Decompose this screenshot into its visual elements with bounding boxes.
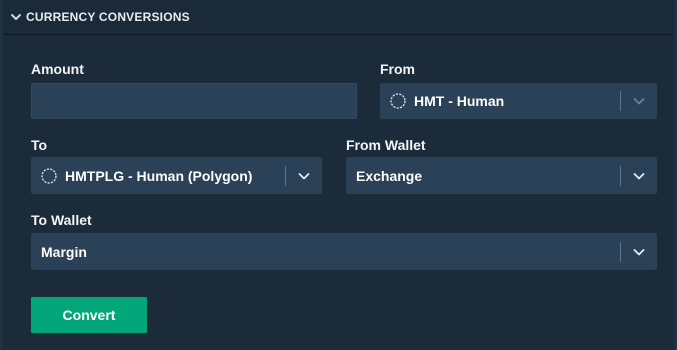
from-wallet-label: From Wallet xyxy=(346,137,426,153)
from-wallet-select[interactable]: Exchange xyxy=(346,157,657,194)
amount-field-wrapper xyxy=(31,83,357,119)
to-wallet-value: Margin xyxy=(41,243,87,260)
chevron-down-icon[interactable] xyxy=(286,157,322,194)
conversion-form: Amount From HMT - Human To HMTPLG - Huma… xyxy=(3,35,674,350)
chevron-down-icon[interactable] xyxy=(621,157,657,194)
to-currency-select[interactable]: HMTPLG - Human (Polygon) xyxy=(31,157,322,194)
chevron-down-icon[interactable] xyxy=(621,83,657,119)
coin-icon xyxy=(390,93,406,109)
amount-label: Amount xyxy=(31,61,84,77)
convert-button[interactable]: Convert xyxy=(31,297,147,333)
coin-icon xyxy=(41,167,57,184)
panel-header[interactable]: CURRENCY CONVERSIONS xyxy=(3,0,674,35)
from-wallet-value: Exchange xyxy=(356,167,423,184)
from-label: From xyxy=(380,61,415,77)
to-label: To xyxy=(31,137,48,153)
to-wallet-select[interactable]: Margin xyxy=(31,233,657,270)
collapse-chevron-icon[interactable] xyxy=(9,10,23,24)
from-currency-value: HMT - Human xyxy=(414,93,505,109)
from-currency-select[interactable]: HMT - Human xyxy=(380,83,657,119)
chevron-down-icon[interactable] xyxy=(621,233,657,270)
currency-conversions-panel: CURRENCY CONVERSIONS Amount From HMT - H… xyxy=(0,0,677,350)
to-currency-value: HMTPLG - Human (Polygon) xyxy=(65,167,253,184)
amount-input[interactable] xyxy=(32,84,356,118)
panel-title: CURRENCY CONVERSIONS xyxy=(26,10,190,24)
to-wallet-label: To Wallet xyxy=(31,212,92,228)
